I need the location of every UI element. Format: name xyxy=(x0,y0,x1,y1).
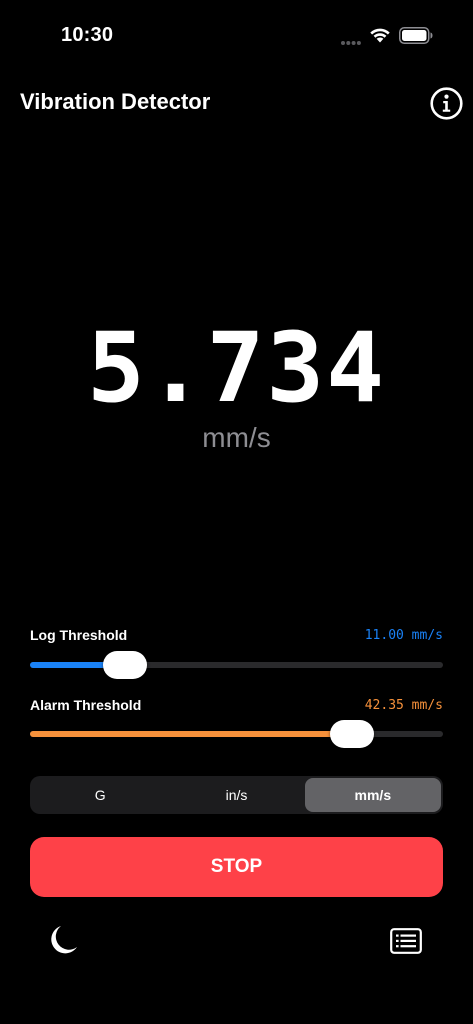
alarm-threshold-slider[interactable] xyxy=(30,716,443,752)
vibration-reading-unit: mm/s xyxy=(202,422,271,453)
unit-segmented-control: G in/s mm/s xyxy=(30,776,443,814)
status-bar: 10:30 xyxy=(0,0,473,70)
battery-icon xyxy=(399,27,433,44)
unit-option-g[interactable]: G xyxy=(32,778,168,812)
log-threshold-value: 11.00 mm/s xyxy=(364,628,443,643)
slider-fill xyxy=(30,731,353,737)
list-icon[interactable] xyxy=(390,928,422,954)
unit-option-mm-s[interactable]: mm/s xyxy=(304,778,441,812)
cellular-signal-icon xyxy=(341,41,361,45)
alarm-threshold-value: 42.35 mm/s xyxy=(364,698,443,713)
unit-option-in-s[interactable]: in/s xyxy=(168,778,304,812)
log-threshold-label: Log Threshold xyxy=(30,627,128,643)
page-title: Vibration Detector xyxy=(20,89,211,114)
wifi-icon xyxy=(370,28,390,43)
status-time: 10:30 xyxy=(61,24,114,46)
moon-icon[interactable] xyxy=(49,924,79,956)
info-icon[interactable] xyxy=(430,87,463,120)
log-threshold-slider[interactable] xyxy=(30,647,443,683)
stop-button[interactable]: STOP xyxy=(30,837,443,897)
vibration-reading-value: 5.734 xyxy=(87,312,386,424)
slider-thumb[interactable] xyxy=(102,651,147,679)
alarm-threshold-label: Alarm Threshold xyxy=(30,697,142,713)
slider-thumb[interactable] xyxy=(330,720,375,748)
